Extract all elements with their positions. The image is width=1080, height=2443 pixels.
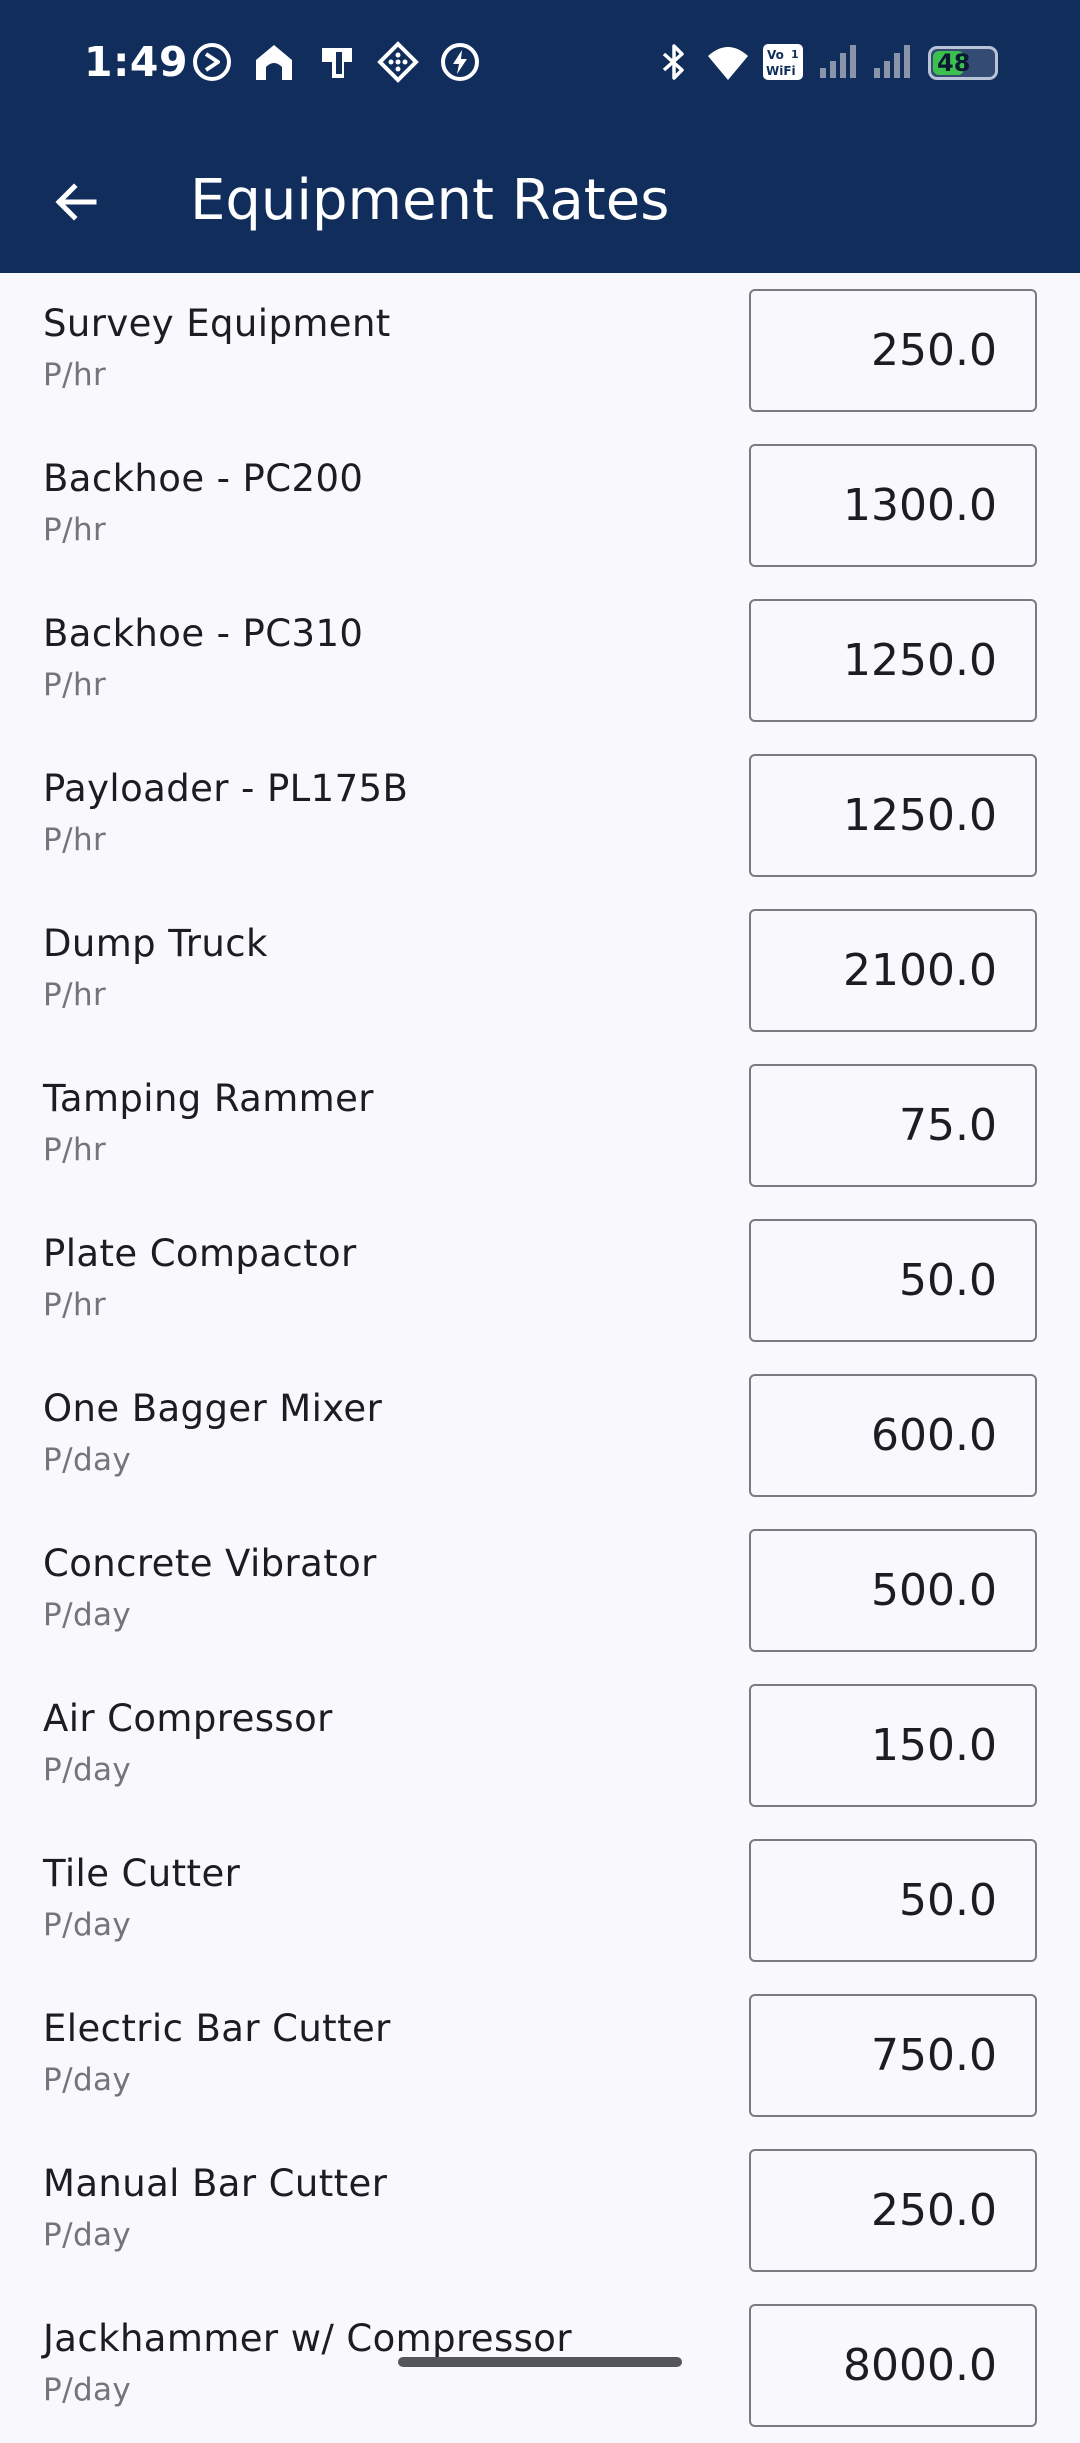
equipment-row: Tile Cutter P/day bbox=[0, 1823, 1080, 1978]
equipment-row: Plate Compactor P/hr bbox=[0, 1203, 1080, 1358]
equipment-row: Dump Truck P/hr bbox=[0, 893, 1080, 1048]
bolt-icon bbox=[441, 43, 479, 81]
vowifi-bottom-text: WiFi bbox=[766, 64, 796, 78]
equipment-name: Tamping Rammer bbox=[43, 1077, 374, 1120]
rate-input[interactable] bbox=[749, 1994, 1037, 2117]
equipment-name: Backhoe - PC310 bbox=[43, 612, 364, 655]
equipment-name: Plate Compactor bbox=[43, 1232, 357, 1275]
back-button[interactable] bbox=[40, 166, 112, 238]
equipment-name: Manual Bar Cutter bbox=[43, 2162, 388, 2205]
equipment-name: Tile Cutter bbox=[43, 1852, 241, 1895]
battery-percent: 48 bbox=[937, 49, 971, 77]
equipment-unit: P/hr bbox=[43, 667, 107, 703]
equipment-unit: P/hr bbox=[43, 977, 107, 1013]
vowifi-num-text: 1 bbox=[791, 48, 799, 61]
home-icon bbox=[256, 45, 292, 80]
signal-icon bbox=[820, 45, 856, 78]
equipment-name: Concrete Vibrator bbox=[43, 1542, 377, 1585]
rate-input[interactable] bbox=[749, 1219, 1037, 1342]
rate-input[interactable] bbox=[749, 599, 1037, 722]
wifi-icon bbox=[708, 47, 748, 80]
equipment-name: Jackhammer w/ Compressor bbox=[43, 2317, 572, 2360]
rate-input[interactable] bbox=[749, 1064, 1037, 1187]
equipment-unit: P/hr bbox=[43, 357, 107, 393]
equipment-unit: P/hr bbox=[43, 512, 107, 548]
equipment-row: Electric Bar Cutter P/day bbox=[0, 1978, 1080, 2133]
status-bar: 1:49 Vo 1 WiFi 48 bbox=[0, 0, 1080, 125]
arrow-left-icon bbox=[55, 183, 97, 221]
rate-input[interactable] bbox=[749, 289, 1037, 412]
rate-input[interactable] bbox=[749, 444, 1037, 567]
equipment-row: Air Compressor P/day bbox=[0, 1668, 1080, 1823]
app-bar: 1:49 Vo 1 WiFi 48 Equipment Rates bbox=[0, 0, 1080, 273]
equipment-row: Survey Equipment P/hr bbox=[0, 273, 1080, 428]
page-title: Equipment Rates bbox=[190, 168, 670, 233]
rate-input[interactable] bbox=[749, 909, 1037, 1032]
status-time: 1:49 bbox=[84, 38, 188, 86]
equipment-row: Tamping Rammer P/hr bbox=[0, 1048, 1080, 1203]
diamond-grid-icon bbox=[377, 41, 419, 83]
equipment-unit: P/day bbox=[43, 2062, 132, 2098]
equipment-name: Backhoe - PC200 bbox=[43, 457, 364, 500]
vowifi-top-text: Vo bbox=[767, 48, 784, 62]
equipment-row: Backhoe - PC200 P/hr bbox=[0, 428, 1080, 583]
equipment-name: Electric Bar Cutter bbox=[43, 2007, 391, 2050]
rate-input[interactable] bbox=[749, 1684, 1037, 1807]
equipment-name: One Bagger Mixer bbox=[43, 1387, 383, 1430]
equipment-name: Dump Truck bbox=[43, 922, 268, 965]
battery-icon: 48 bbox=[928, 46, 998, 80]
equipment-unit: P/day bbox=[43, 1597, 132, 1633]
equipment-unit: P/hr bbox=[43, 1287, 107, 1323]
equipment-row: Backhoe - PC310 P/hr bbox=[0, 583, 1080, 738]
equipment-row: Payloader - PL175B P/hr bbox=[0, 738, 1080, 893]
rate-input[interactable] bbox=[749, 1839, 1037, 1962]
rate-input[interactable] bbox=[749, 754, 1037, 877]
home-indicator[interactable] bbox=[398, 2357, 682, 2367]
equipment-row: Concrete Vibrator P/day bbox=[0, 1513, 1080, 1668]
equipment-row: One Bagger Mixer P/day bbox=[0, 1358, 1080, 1513]
equipment-unit: P/day bbox=[43, 2372, 132, 2408]
signal-icon bbox=[874, 45, 910, 78]
equipment-unit: P/day bbox=[43, 1442, 132, 1478]
bluetooth-icon bbox=[662, 44, 684, 80]
equipment-unit: P/day bbox=[43, 2217, 132, 2253]
equipment-name: Air Compressor bbox=[43, 1697, 333, 1740]
payment-app-icon bbox=[322, 48, 352, 78]
rate-input[interactable] bbox=[749, 2149, 1037, 2272]
vowifi-icon: Vo 1 WiFi bbox=[763, 44, 803, 80]
rate-input[interactable] bbox=[749, 2304, 1037, 2427]
equipment-name: Payloader - PL175B bbox=[43, 767, 409, 810]
equipment-unit: P/hr bbox=[43, 822, 107, 858]
equipment-unit: P/day bbox=[43, 1752, 132, 1788]
equipment-rate-list: Survey EquipmentP/hrBackhoe - PC200P/hrB… bbox=[0, 273, 1080, 2443]
rate-input[interactable] bbox=[749, 1529, 1037, 1652]
do-not-disturb-icon bbox=[193, 43, 231, 81]
equipment-name: Survey Equipment bbox=[43, 302, 391, 345]
equipment-row: Manual Bar Cutter P/day bbox=[0, 2133, 1080, 2288]
equipment-unit: P/day bbox=[43, 1907, 132, 1943]
equipment-unit: P/hr bbox=[43, 1132, 107, 1168]
rate-input[interactable] bbox=[749, 1374, 1037, 1497]
